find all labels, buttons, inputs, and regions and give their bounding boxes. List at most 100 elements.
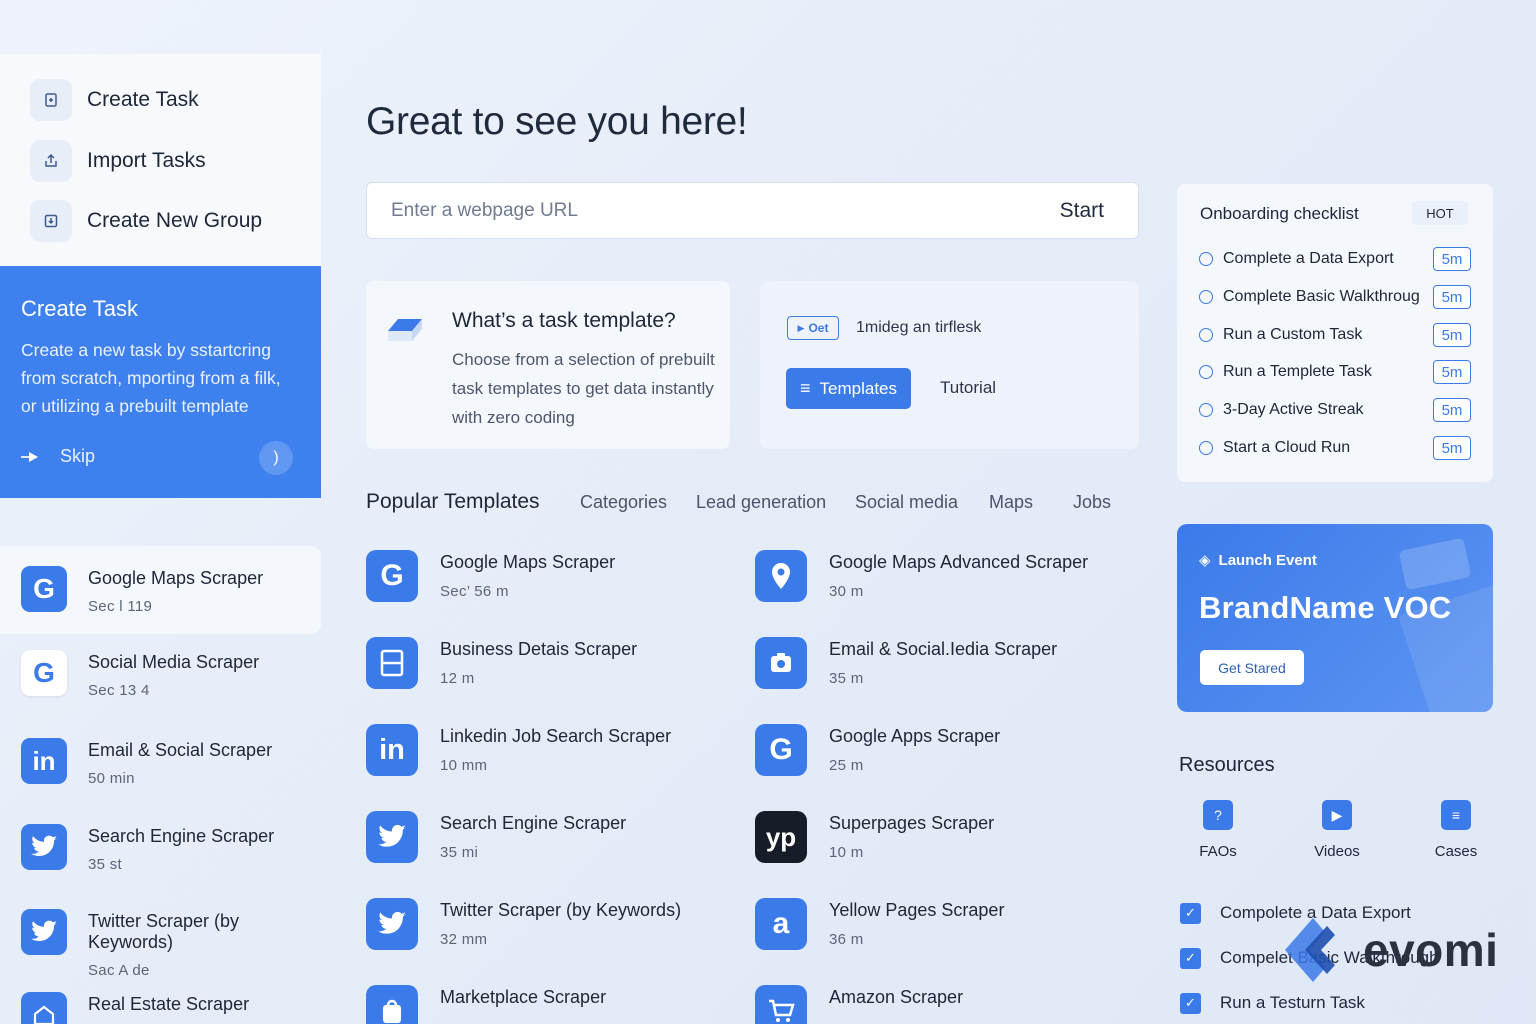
onboarding-checklist: Onboarding checklist HOT Complete a Data… [1177,184,1493,482]
event-title: BrandName VOC [1199,590,1452,625]
left-list-item[interactable]: in Email & Social Scraper 50 min [0,722,321,810]
template-item[interactable]: a Yellow Pages Scraper 36 m [755,898,1115,966]
file-plus-icon [30,79,72,121]
camera-icon [755,637,807,689]
left-list-item[interactable]: Twitter Scraper (by Keywords) Sac A de [0,892,321,980]
time-badge: 5m [1433,436,1471,460]
item-title: Superpages Scraper [829,813,995,833]
tab-maps[interactable]: Maps [989,492,1033,513]
tutorial-button[interactable]: Tutorial [940,378,996,398]
left-list-item[interactable]: Search Engine Scraper 35 st [0,808,321,896]
checkbox-checked-icon: ✓ [1180,902,1201,924]
template-item[interactable]: yp Superpages Scraper 10 m [755,811,1115,879]
create-new-group-button[interactable]: Create New Group [30,199,262,243]
skip-label: Skip [60,446,96,466]
tab-social-media[interactable]: Social media [855,492,958,513]
checklist-item[interactable]: Run a Custom Task 5m [1199,322,1471,348]
get-started-button[interactable]: Get Stared [1200,650,1304,685]
tab-jobs[interactable]: Jobs [1073,492,1111,513]
templates-button[interactable]: ≡ Templates [786,368,911,409]
google-icon: G [21,650,67,696]
tab-categories[interactable]: Categories [580,492,667,513]
item-meta: 35 st [88,856,123,873]
faqs-link[interactable]: ? FAOs [1178,800,1258,860]
next-button[interactable]: ) [259,441,293,475]
yp-logo-icon: yp [755,811,807,863]
item-title: Google Maps Scraper [440,552,616,572]
cart-icon [755,985,807,1024]
question-icon: ? [1203,800,1233,830]
get-badge: ▶ Oet [787,316,839,340]
list-icon: ≡ [1441,800,1471,830]
resources-title: Resources [1179,754,1275,776]
evomi-logo-icon [1285,918,1335,982]
checklist-item[interactable]: Start a Cloud Run 5m [1199,435,1471,461]
template-item[interactable]: Twitter Scraper (by Keywords) 32 mm [366,898,726,966]
chevron-right-icon: ) [273,449,279,466]
checklist-item[interactable]: Complete Basic Walkthroug 5m [1199,284,1471,310]
checklist-item[interactable]: Run a Templete Task 5m [1199,359,1471,385]
item-title: Social Media Scraper [88,652,260,672]
item-meta: Sec’ 56 m [440,583,509,600]
template-item[interactable]: in Linkedin Job Search Scraper 10 mm [366,724,726,792]
twitter-icon [366,898,418,950]
checkbox-checked-icon: ✓ [1180,947,1201,969]
checklist-item-label: Run a Templete Task [1223,363,1372,380]
google-icon: G [21,566,67,612]
item-meta: 10 m [829,844,864,861]
radio-icon [1199,441,1213,455]
linkedin-icon: in [366,724,418,776]
start-button[interactable]: Start [1060,199,1104,223]
time-badge: 5m [1433,247,1471,271]
item-meta: 35 m [829,670,864,687]
url-bar: Start [366,182,1139,239]
radio-icon [1199,328,1213,342]
left-list-item[interactable]: G Google Maps Scraper Sec l 119 [0,546,321,634]
create-task-label: Create Task [87,88,199,111]
popular-templates-title: Popular Templates [366,490,540,513]
template-item[interactable]: Marketplace Scraper [366,985,726,1024]
url-input[interactable] [391,199,991,222]
template-item[interactable]: Email & Social.Iedia Scraper 35 m [755,637,1115,705]
import-tasks-button[interactable]: Import Tasks [30,139,206,183]
item-title: Linkedin Job Search Scraper [440,726,672,746]
checklist-item[interactable]: Complete a Data Export 5m [1199,246,1471,272]
template-item[interactable]: Google Maps Advanced Scraper 30 m [755,550,1115,618]
videos-label: Videos [1314,843,1360,860]
item-meta: Sec 13 4 [88,682,150,699]
promo-body: Create a new task by sstartcring from sc… [21,340,281,416]
template-item[interactable]: G Google Apps Scraper 25 m [755,724,1115,792]
diamond-icon: ◈ [1199,552,1211,569]
radio-icon [1199,252,1213,266]
create-new-group-label: Create New Group [87,209,263,232]
time-badge: 5m [1433,285,1471,309]
twitter-icon [21,909,67,955]
completed-item[interactable]: ✓ Run a Testurn Task [1180,991,1480,1015]
checklist-item[interactable]: 3-Day Active Streak 5m [1199,397,1471,423]
template-item[interactable]: G Google Maps Scraper Sec’ 56 m [366,550,726,618]
twitter-icon [21,824,67,870]
create-task-button[interactable]: Create Task [30,78,199,122]
template-item[interactable]: Search Engine Scraper 35 mi [366,811,726,879]
videos-link[interactable]: ▶ Videos [1297,800,1377,860]
launch-event-banner: ◈ Launch Event BrandName VOC Get Stared [1177,524,1493,712]
item-title: Google Apps Scraper [829,726,1001,746]
template-item[interactable]: Amazon Scraper [755,985,1115,1024]
item-title: Email & Social.Iedia Scraper [829,639,1058,659]
skip-button[interactable]: Skip [21,446,95,467]
item-meta: 35 mi [440,844,479,861]
tab-lead-generation[interactable]: Lead generation [696,492,826,513]
create-task-promo: Create Task Create a new task by sstartc… [0,266,321,498]
item-title: Business Detais Scraper [440,639,638,659]
item-meta: 25 m [829,757,864,774]
left-list-item[interactable]: G Social Media Scraper Sec 13 4 [0,634,321,722]
item-title: Yellow Pages Scraper [829,900,1005,920]
left-list-item[interactable]: Real Estate Scraper [0,976,321,1024]
import-tasks-label: Import Tasks [87,149,206,172]
item-meta: 12 m [440,670,475,687]
cases-link[interactable]: ≡ Cases [1416,800,1496,860]
time-badge: 5m [1433,323,1471,347]
checklist-item-label: 3-Day Active Streak [1223,401,1364,418]
template-item[interactable]: Business Detais Scraper 12 m [366,637,726,705]
item-meta: Sec l 119 [88,598,153,615]
